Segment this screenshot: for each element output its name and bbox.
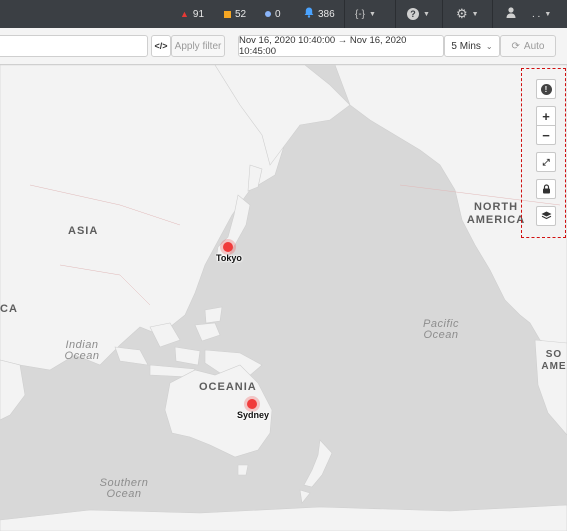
time-range-picker[interactable]: Nov 16, 2020 10:40:00 → Nov 16, 2020 10:… [238, 35, 444, 57]
apply-filter-button[interactable]: Apply filter [171, 35, 225, 57]
auto-refresh-label: Auto [523, 40, 545, 52]
layers-button[interactable] [536, 206, 556, 226]
chevron-down-icon: ▼ [471, 10, 479, 18]
zoom-in-button[interactable]: + [536, 106, 556, 126]
notifications-counter[interactable]: 386 [304, 0, 335, 28]
zoom-in-icon: + [542, 109, 550, 124]
zoom-out-button[interactable]: − [536, 125, 556, 145]
warning-alerts-counter[interactable]: 52 [224, 0, 246, 28]
layers-icon [541, 209, 552, 224]
circle-info-icon [265, 11, 271, 17]
lock-icon [542, 182, 551, 197]
region-label-asia: ASIA [68, 225, 99, 237]
filter-bar: </> Apply filter Nov 16, 2020 10:40:00 →… [0, 28, 567, 65]
code-menu-label: {-} [355, 8, 366, 20]
settings-menu-button[interactable]: ⚙ ▼ [456, 0, 479, 28]
critical-alerts-count: 91 [192, 8, 205, 20]
search-query-input[interactable] [0, 35, 148, 57]
region-label-north-america: NORTH AMERICA [466, 201, 526, 226]
region-label-edge-left: CA [0, 303, 18, 315]
code-icon: </> [154, 41, 168, 51]
gear-icon: ⚙ [456, 6, 468, 21]
info-alerts-count: 0 [275, 8, 281, 20]
zoom-out-icon: − [542, 127, 550, 143]
user-icon [506, 7, 516, 21]
lock-button[interactable] [536, 179, 556, 199]
chevron-down-icon: ▼ [369, 10, 376, 18]
interval-label: 5 Mins [451, 40, 481, 52]
world-map[interactable]: ASIA NORTH AMERICA OCEANIA CA SO AME Ind… [0, 65, 567, 531]
refresh-icon: ⟳ [511, 40, 520, 52]
divider [395, 0, 396, 28]
marker-dot-icon [223, 242, 233, 252]
chevron-down-icon: ▼ [423, 10, 430, 18]
code-menu-button[interactable]: {-} ▼ [355, 0, 376, 28]
region-label-oceania: OCEANIA [199, 381, 257, 393]
query-toggle-button[interactable]: </> [151, 35, 171, 57]
triangle-alert-icon: ▲ [180, 9, 189, 19]
square-warning-icon [224, 10, 231, 18]
help-menu-button[interactable]: ? ▼ [407, 0, 430, 28]
ocean-label-indian: Indian Ocean [64, 339, 100, 362]
ocean-label-southern: Southern Ocean [99, 477, 149, 500]
info-alerts-counter[interactable]: 0 [265, 0, 281, 28]
divider [442, 0, 443, 28]
interval-select[interactable]: 5 Mins ⌄ [444, 35, 500, 57]
divider [492, 0, 493, 28]
info-button[interactable]: ! [536, 79, 556, 99]
notifications-count: 386 [318, 8, 335, 20]
bell-icon [304, 7, 314, 21]
ocean-label-pacific: Pacific Ocean [423, 318, 459, 341]
chevron-down-icon: ⌄ [485, 41, 493, 51]
map-controls-panel: ! + − ⤢ [521, 68, 566, 238]
city-label-sydney: Sydney [237, 410, 270, 420]
region-label-edge-right: SO AME [541, 349, 567, 372]
fullscreen-button[interactable]: ⤢ [536, 152, 556, 172]
top-navigation-bar: ▲ 91 52 0 386 {-} ▼ ? ▼ ⚙ ▼ . . ▼ [0, 0, 567, 28]
info-icon: ! [540, 83, 552, 95]
marker-dot-icon [247, 399, 257, 409]
question-icon: ? [407, 8, 419, 20]
auto-refresh-button[interactable]: ⟳ Auto [500, 35, 556, 57]
apply-filter-label: Apply filter [174, 40, 222, 52]
user-menu-button[interactable]: . . ▼ [506, 0, 551, 28]
divider [344, 0, 345, 28]
critical-alerts-counter[interactable]: ▲ 91 [180, 0, 204, 28]
warning-alerts-count: 52 [235, 8, 247, 20]
city-label-tokyo: Tokyo [216, 253, 242, 263]
chevron-down-icon: ▼ [544, 10, 552, 18]
time-range-label: Nov 16, 2020 10:40:00 → Nov 16, 2020 10:… [239, 35, 407, 57]
user-name: . . [532, 8, 541, 20]
map-land-layer [0, 65, 567, 531]
fullscreen-icon: ⤢ [542, 156, 550, 167]
